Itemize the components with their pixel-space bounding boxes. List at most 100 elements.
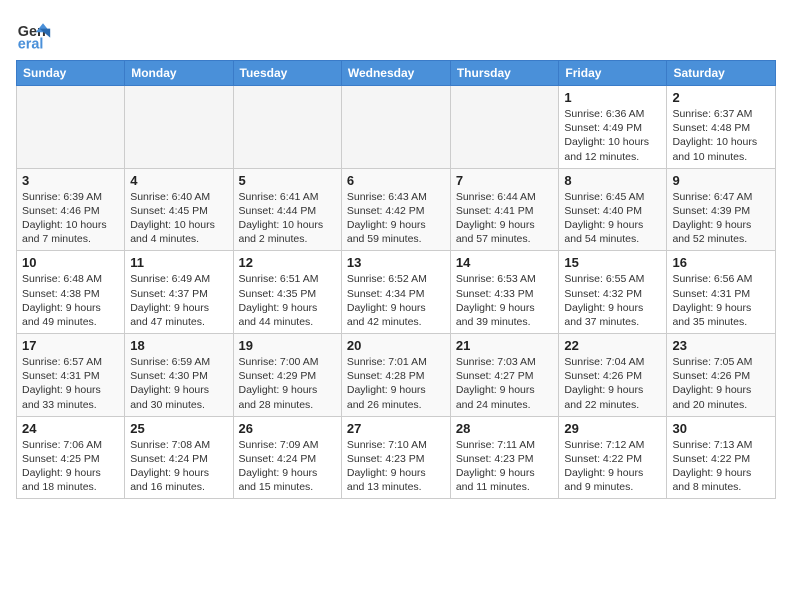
weekday-header-monday: Monday [125, 61, 233, 86]
day-info: Sunrise: 6:48 AMSunset: 4:38 PMDaylight:… [22, 272, 119, 329]
day-info: Sunrise: 6:56 AMSunset: 4:31 PMDaylight:… [672, 272, 770, 329]
day-info: Sunrise: 6:39 AMSunset: 4:46 PMDaylight:… [22, 190, 119, 247]
day-number: 14 [456, 255, 554, 270]
day-info: Sunrise: 7:05 AMSunset: 4:26 PMDaylight:… [672, 355, 770, 412]
day-number: 9 [672, 173, 770, 188]
day-number: 26 [239, 421, 336, 436]
calendar-week-row: 17 Sunrise: 6:57 AMSunset: 4:31 PMDayligh… [17, 334, 776, 417]
calendar-day-cell [233, 86, 341, 169]
logo: Gen eral [16, 16, 56, 52]
logo-icon: Gen eral [16, 16, 52, 52]
page-header: Gen eral [16, 16, 776, 52]
calendar-day-cell: 25Sunrise: 7:08 AMSunset: 4:24 PMDayligh… [125, 416, 233, 499]
day-info: Sunrise: 6:36 AMSunset: 4:49 PMDaylight:… [564, 107, 661, 164]
calendar-day-cell: 6 Sunrise: 6:43 AMSunset: 4:42 PMDaylight… [341, 168, 450, 251]
day-number: 4 [130, 173, 227, 188]
day-info: Sunrise: 7:03 AMSunset: 4:27 PMDaylight:… [456, 355, 554, 412]
day-number: 2 [672, 90, 770, 105]
calendar-day-cell: 26Sunrise: 7:09 AMSunset: 4:24 PMDayligh… [233, 416, 341, 499]
weekday-header-sunday: Sunday [17, 61, 125, 86]
svg-text:eral: eral [18, 36, 44, 52]
calendar-day-cell: 13 Sunrise: 6:52 AMSunset: 4:34 PMDayligh… [341, 251, 450, 334]
day-info: Sunrise: 6:59 AMSunset: 4:30 PMDaylight:… [130, 355, 227, 412]
day-info: Sunrise: 7:00 AMSunset: 4:29 PMDaylight:… [239, 355, 336, 412]
calendar-day-cell: 4 Sunrise: 6:40 AMSunset: 4:45 PMDaylight… [125, 168, 233, 251]
day-number: 19 [239, 338, 336, 353]
calendar-week-row: 3 Sunrise: 6:39 AMSunset: 4:46 PMDaylight… [17, 168, 776, 251]
day-number: 8 [564, 173, 661, 188]
day-number: 29 [564, 421, 661, 436]
calendar-day-cell: 1 Sunrise: 6:36 AMSunset: 4:49 PMDaylight… [559, 86, 667, 169]
day-info: Sunrise: 7:11 AMSunset: 4:23 PMDaylight:… [456, 438, 554, 495]
day-number: 25 [130, 421, 227, 436]
day-info: Sunrise: 6:49 AMSunset: 4:37 PMDaylight:… [130, 272, 227, 329]
day-info: Sunrise: 7:13 AMSunset: 4:22 PMDaylight:… [672, 438, 770, 495]
weekday-header-saturday: Saturday [667, 61, 776, 86]
calendar-day-cell: 19 Sunrise: 7:00 AMSunset: 4:29 PMDayligh… [233, 334, 341, 417]
day-info: Sunrise: 6:53 AMSunset: 4:33 PMDaylight:… [456, 272, 554, 329]
calendar-day-cell: 10 Sunrise: 6:48 AMSunset: 4:38 PMDayligh… [17, 251, 125, 334]
day-number: 20 [347, 338, 445, 353]
calendar-day-cell: 7 Sunrise: 6:44 AMSunset: 4:41 PMDaylight… [450, 168, 559, 251]
day-number: 6 [347, 173, 445, 188]
day-number: 23 [672, 338, 770, 353]
calendar-day-cell: 12Sunrise: 6:51 AMSunset: 4:35 PMDayligh… [233, 251, 341, 334]
day-info: Sunrise: 7:12 AMSunset: 4:22 PMDaylight:… [564, 438, 661, 495]
weekday-header-wednesday: Wednesday [341, 61, 450, 86]
calendar-day-cell: 17 Sunrise: 6:57 AMSunset: 4:31 PMDayligh… [17, 334, 125, 417]
calendar-day-cell [17, 86, 125, 169]
day-number: 18 [130, 338, 227, 353]
day-number: 27 [347, 421, 445, 436]
calendar-day-cell: 14 Sunrise: 6:53 AMSunset: 4:33 PMDayligh… [450, 251, 559, 334]
calendar-day-cell: 5 Sunrise: 6:41 AMSunset: 4:44 PMDaylight… [233, 168, 341, 251]
calendar-day-cell: 8Sunrise: 6:45 AMSunset: 4:40 PMDaylight… [559, 168, 667, 251]
weekday-header-thursday: Thursday [450, 61, 559, 86]
calendar-day-cell: 15 Sunrise: 6:55 AMSunset: 4:32 PMDayligh… [559, 251, 667, 334]
day-number: 5 [239, 173, 336, 188]
day-number: 21 [456, 338, 554, 353]
day-number: 16 [672, 255, 770, 270]
day-info: Sunrise: 6:41 AMSunset: 4:44 PMDaylight:… [239, 190, 336, 247]
day-number: 3 [22, 173, 119, 188]
day-info: Sunrise: 6:55 AMSunset: 4:32 PMDaylight:… [564, 272, 661, 329]
calendar-day-cell: 29 Sunrise: 7:12 AMSunset: 4:22 PMDayligh… [559, 416, 667, 499]
calendar-day-cell: 27 Sunrise: 7:10 AMSunset: 4:23 PMDayligh… [341, 416, 450, 499]
day-info: Sunrise: 7:10 AMSunset: 4:23 PMDaylight:… [347, 438, 445, 495]
day-number: 17 [22, 338, 119, 353]
day-info: Sunrise: 6:52 AMSunset: 4:34 PMDaylight:… [347, 272, 445, 329]
calendar-day-cell [341, 86, 450, 169]
day-info: Sunrise: 6:44 AMSunset: 4:41 PMDaylight:… [456, 190, 554, 247]
day-info: Sunrise: 6:47 AMSunset: 4:39 PMDaylight:… [672, 190, 770, 247]
calendar-day-cell: 11 Sunrise: 6:49 AMSunset: 4:37 PMDayligh… [125, 251, 233, 334]
day-number: 11 [130, 255, 227, 270]
day-number: 28 [456, 421, 554, 436]
day-number: 10 [22, 255, 119, 270]
day-number: 24 [22, 421, 119, 436]
day-info: Sunrise: 7:01 AMSunset: 4:28 PMDaylight:… [347, 355, 445, 412]
day-number: 7 [456, 173, 554, 188]
calendar-week-row: 24 Sunrise: 7:06 AMSunset: 4:25 PMDayligh… [17, 416, 776, 499]
day-info: Sunrise: 6:57 AMSunset: 4:31 PMDaylight:… [22, 355, 119, 412]
weekday-header-row: SundayMondayTuesdayWednesdayThursdayFrid… [17, 61, 776, 86]
day-number: 22 [564, 338, 661, 353]
calendar-day-cell: 28 Sunrise: 7:11 AMSunset: 4:23 PMDayligh… [450, 416, 559, 499]
day-info: Sunrise: 6:37 AMSunset: 4:48 PMDaylight:… [672, 107, 770, 164]
calendar-day-cell [450, 86, 559, 169]
calendar-day-cell: 24 Sunrise: 7:06 AMSunset: 4:25 PMDayligh… [17, 416, 125, 499]
weekday-header-tuesday: Tuesday [233, 61, 341, 86]
calendar-table: SundayMondayTuesdayWednesdayThursdayFrid… [16, 60, 776, 499]
calendar-day-cell: 9 Sunrise: 6:47 AMSunset: 4:39 PMDaylight… [667, 168, 776, 251]
day-info: Sunrise: 6:40 AMSunset: 4:45 PMDaylight:… [130, 190, 227, 247]
calendar-day-cell: 30 Sunrise: 7:13 AMSunset: 4:22 PMDayligh… [667, 416, 776, 499]
day-info: Sunrise: 6:43 AMSunset: 4:42 PMDaylight:… [347, 190, 445, 247]
day-number: 13 [347, 255, 445, 270]
calendar-day-cell: 22 Sunrise: 7:04 AMSunset: 4:26 PMDayligh… [559, 334, 667, 417]
calendar-day-cell [125, 86, 233, 169]
day-info: Sunrise: 7:04 AMSunset: 4:26 PMDaylight:… [564, 355, 661, 412]
day-info: Sunrise: 6:51 AMSunset: 4:35 PMDaylight:… [239, 272, 336, 329]
calendar-day-cell: 23 Sunrise: 7:05 AMSunset: 4:26 PMDayligh… [667, 334, 776, 417]
day-number: 15 [564, 255, 661, 270]
day-info: Sunrise: 7:06 AMSunset: 4:25 PMDaylight:… [22, 438, 119, 495]
day-number: 30 [672, 421, 770, 436]
day-number: 1 [564, 90, 661, 105]
